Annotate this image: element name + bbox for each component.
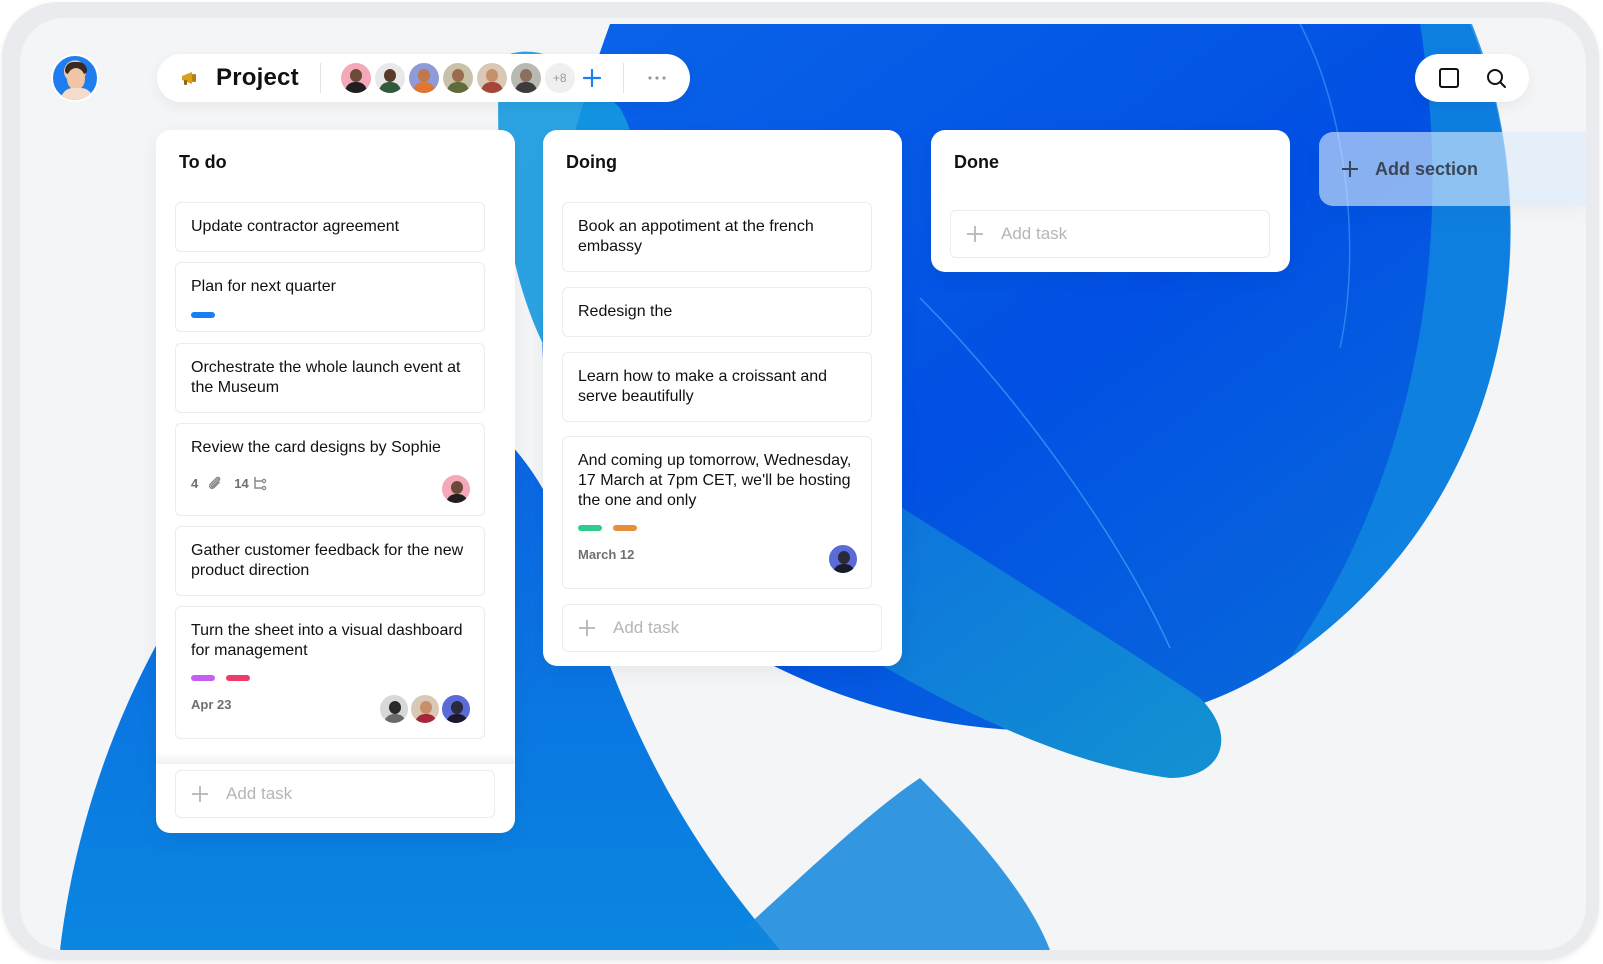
task-title: Plan for next quarter — [191, 278, 336, 295]
add-section-button[interactable]: Add section — [1319, 132, 1586, 206]
device-frame: Project +8 To do Update contractor agree… — [2, 2, 1599, 960]
assignee-avatar[interactable] — [410, 694, 440, 724]
task-card[interactable]: Update contractor agreement — [175, 202, 485, 252]
assignee-avatar[interactable] — [828, 544, 858, 574]
plus-icon — [577, 618, 597, 638]
layout-button[interactable] — [1434, 63, 1464, 93]
task-title: Book an appotiment at the french embassy — [578, 218, 814, 255]
assignees — [441, 474, 471, 504]
square-icon — [1438, 68, 1459, 88]
column-title: Done — [954, 152, 999, 172]
task-title: Update contractor agreement — [191, 218, 400, 235]
column-done: Done Add task — [931, 130, 1290, 272]
assignees — [828, 544, 858, 574]
task-card[interactable]: Plan for next quarter — [175, 262, 485, 332]
megaphone-icon — [180, 70, 200, 86]
add-task-label: Add task — [226, 784, 293, 803]
task-card[interactable]: And coming up tomorrow, Wednesday, 17 Ma… — [562, 436, 872, 589]
add-section-label: Add section — [1375, 158, 1479, 179]
add-task-button[interactable]: Add task — [950, 210, 1270, 258]
assignee-avatar[interactable] — [441, 474, 471, 504]
column-title: To do — [179, 152, 227, 172]
task-title: Learn how to make a croissant and serve … — [578, 368, 828, 405]
task-title: Gather customer feedback for the new pro… — [191, 542, 464, 579]
member-avatar[interactable] — [442, 63, 473, 93]
divider — [622, 63, 624, 93]
task-title: Redesign the — [578, 303, 673, 320]
more-members-badge[interactable]: +8 — [544, 63, 575, 93]
subtask-count: 14 — [234, 475, 249, 491]
member-avatar[interactable] — [510, 63, 541, 93]
current-user-avatar[interactable] — [51, 54, 99, 102]
task-card[interactable]: Orchestrate the whole launch event at th… — [175, 343, 485, 413]
task-meta: 4 14 — [191, 474, 268, 492]
member-avatar[interactable] — [408, 63, 439, 93]
task-card[interactable]: Turn the sheet into a visual dashboard f… — [175, 606, 485, 739]
search-button[interactable] — [1481, 63, 1511, 93]
tag-pink — [226, 675, 250, 681]
task-card[interactable]: Gather customer feedback for the new pro… — [175, 526, 485, 596]
column-doing: Doing Book an appotiment at the french e… — [543, 130, 902, 666]
task-title: Orchestrate the whole launch event at th… — [191, 359, 461, 396]
assignee-avatar[interactable] — [441, 694, 471, 724]
column-title: Doing — [566, 152, 617, 172]
task-title: Turn the sheet into a visual dashboard f… — [191, 622, 463, 659]
tag-green — [578, 525, 602, 531]
subtasks-icon — [253, 477, 266, 491]
member-avatar[interactable] — [374, 63, 405, 93]
due-date: March 12 — [578, 547, 635, 562]
add-member-button[interactable] — [577, 63, 607, 93]
member-avatar[interactable] — [476, 63, 507, 93]
member-avatar[interactable] — [340, 63, 371, 93]
add-task-button[interactable]: Add task — [562, 604, 882, 652]
project-header: Project +8 — [157, 54, 690, 102]
task-card[interactable]: Learn how to make a croissant and serve … — [562, 352, 872, 422]
attachment-count: 4 — [191, 475, 199, 491]
more-options-button[interactable] — [642, 63, 672, 93]
assignees — [379, 694, 471, 724]
divider — [319, 63, 321, 93]
search-icon — [1486, 69, 1506, 88]
add-task-label: Add task — [613, 618, 680, 637]
plus-icon — [582, 68, 601, 88]
footer-shadow — [156, 752, 515, 764]
tag-purple — [191, 675, 215, 681]
member-avatars — [340, 63, 541, 93]
plus-icon — [190, 784, 210, 804]
toolbar — [1415, 54, 1529, 102]
add-task-label: Add task — [1001, 224, 1068, 243]
task-card[interactable]: Book an appotiment at the french embassy — [562, 202, 872, 272]
due-date: Apr 23 — [191, 697, 232, 712]
column-todo: To do Update contractor agreement Plan f… — [156, 130, 515, 833]
app-screen: Project +8 To do Update contractor agree… — [20, 18, 1586, 950]
task-card[interactable]: Review the card designs by Sophie 4 14 — [175, 423, 485, 516]
task-title: And coming up tomorrow, Wednesday, 17 Ma… — [578, 452, 852, 509]
plus-icon — [965, 224, 985, 244]
more-horizontal-icon — [648, 76, 666, 80]
add-task-button[interactable]: Add task — [175, 770, 495, 818]
paperclip-icon — [209, 476, 221, 490]
tag-blue — [191, 312, 215, 318]
tag-orange — [613, 525, 637, 531]
assignee-avatar[interactable] — [379, 694, 409, 724]
plus-icon — [1339, 158, 1361, 180]
task-title: Review the card designs by Sophie — [191, 439, 441, 456]
task-card[interactable]: Redesign the — [562, 287, 872, 337]
project-title: Project — [216, 64, 299, 91]
